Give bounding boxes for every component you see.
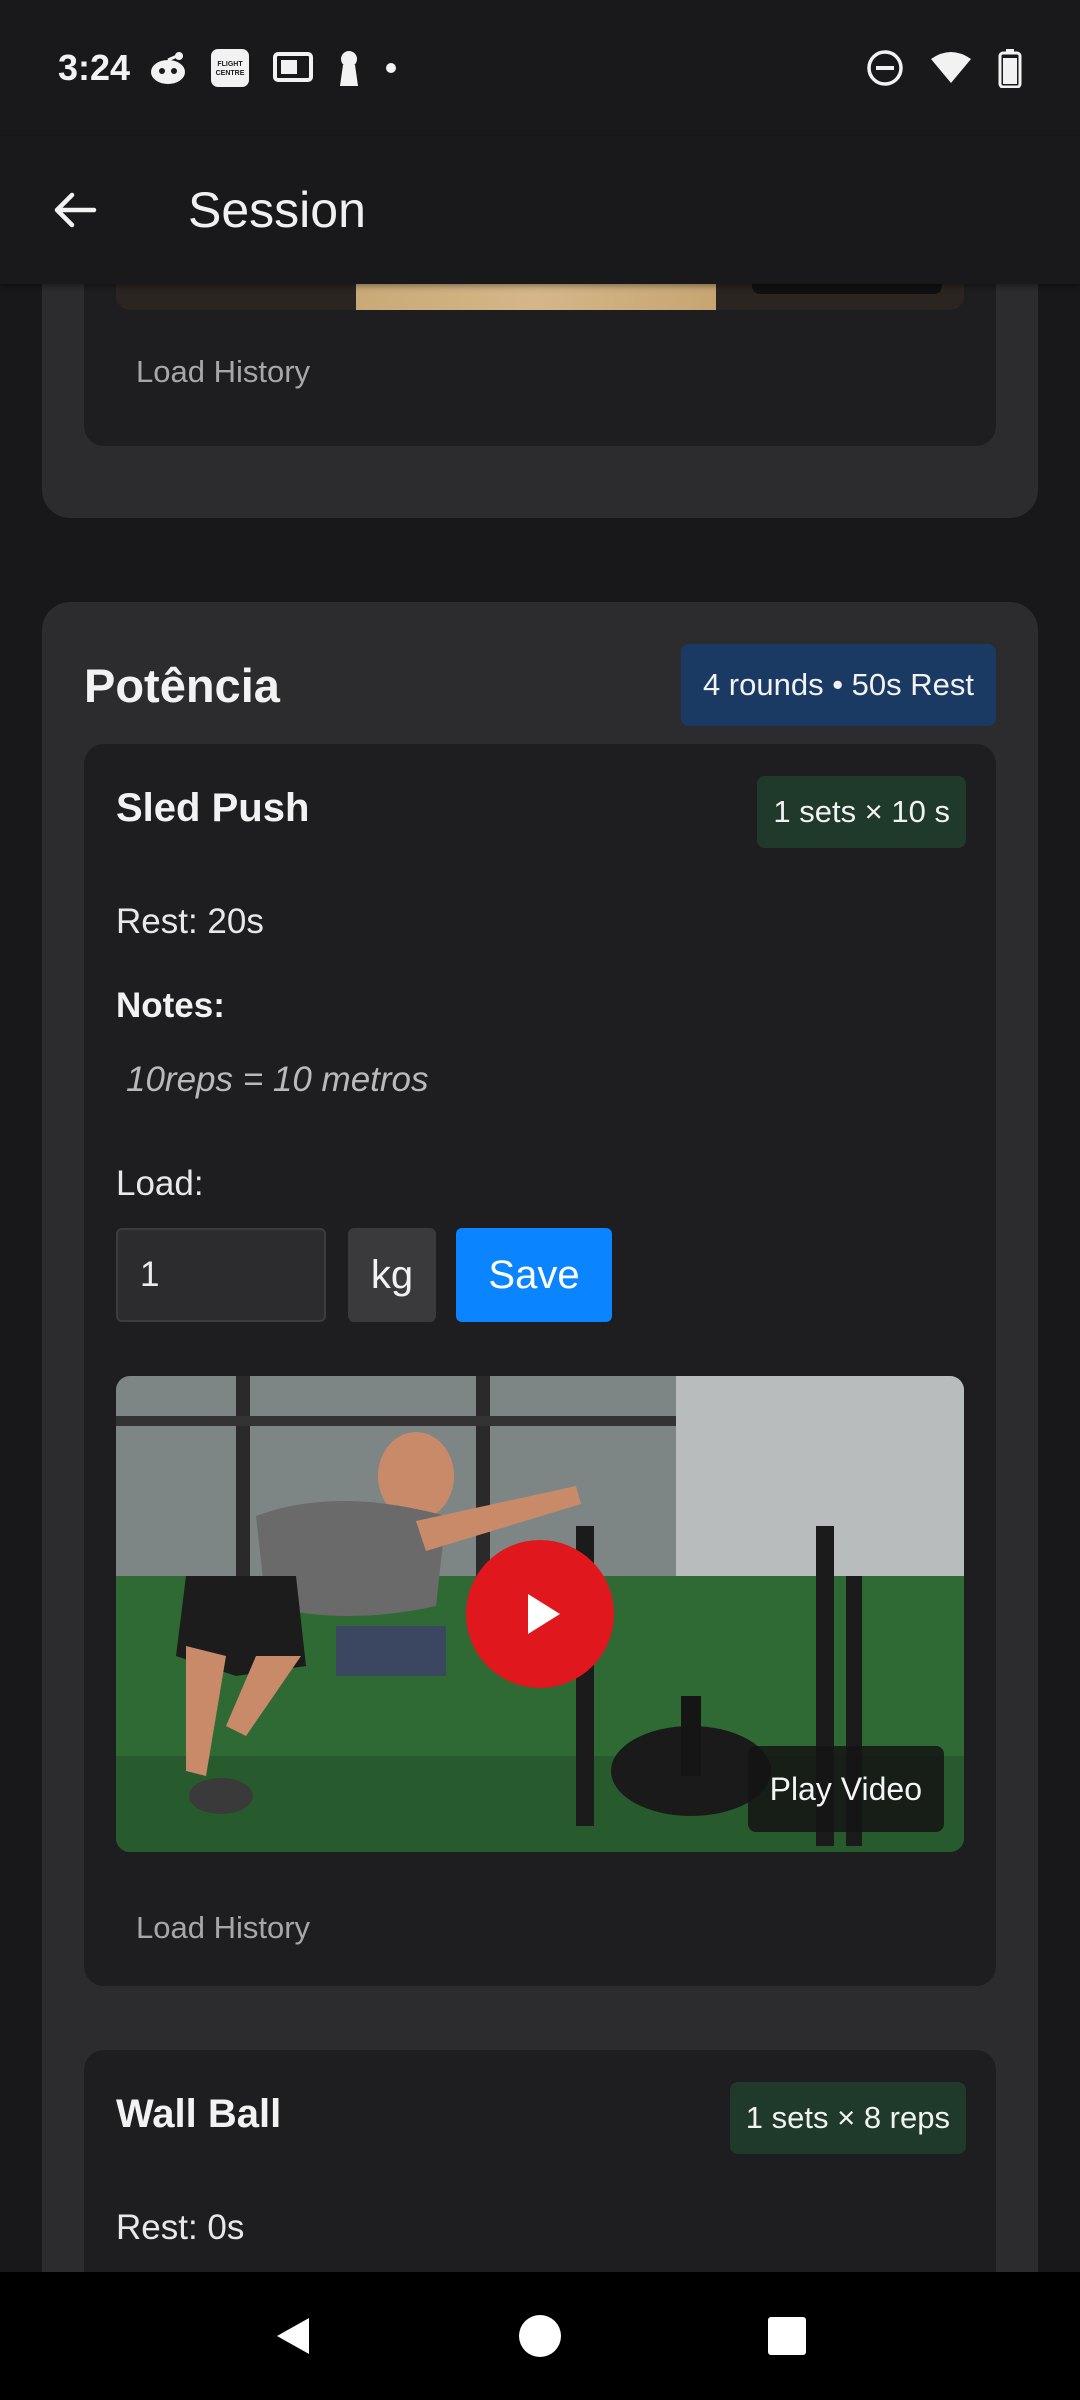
play-button[interactable] [466,1540,614,1688]
rest-text: Rest: 0s [116,2208,245,2247]
scene-rig-bar-1 [236,1376,250,1606]
battery-icon [998,48,1022,88]
arrow-left-icon [54,192,97,228]
wifi-icon [930,51,972,85]
back-button[interactable] [24,160,124,260]
recents-square-icon [767,2317,806,2355]
save-button[interactable]: Save [456,1228,612,1322]
rounds-badge: 4 rounds • 50s Rest [680,644,996,726]
app-bar: Session [0,136,1080,284]
previous-section: Load History [42,284,1038,518]
section-potencia: Potência 4 rounds • 50s Rest Sled Push 1… [42,602,1038,2272]
section-title: Potência [84,659,280,712]
page-title: Session [188,182,366,238]
svg-text:CENTRE: CENTRE [216,70,245,77]
scene-box [336,1626,446,1676]
reddit-icon [148,50,188,86]
scene-rig-top [116,1416,676,1426]
load-input[interactable] [116,1228,326,1322]
scene-plate-post [681,1696,701,1776]
exercise-title: Wall Ball [116,2092,282,2136]
notes-text: 10reps = 10 metros [126,1060,429,1099]
notes-label: Notes: [116,986,225,1025]
exercise-title: Sled Push [116,786,310,830]
notification-icons: FLIGHT CENTRE [148,48,398,88]
session-content[interactable]: Load History Potência 4 rounds • 50s Res… [0,284,1080,2272]
previous-exercise-card: Load History [84,284,996,446]
load-history-link[interactable]: Load History [136,354,310,390]
sets-badge: 1 sets × 10 s [757,776,966,848]
cast-icon [272,51,314,85]
video-thumbnail[interactable]: Play Video [116,1376,964,1852]
nav-home-button[interactable] [495,2291,585,2381]
previous-video-thumbnail[interactable] [116,284,964,310]
home-circle-icon [518,2315,561,2357]
play-icon [528,1594,560,1634]
thumbnail-overlay [752,284,942,294]
nav-back-button[interactable] [248,2291,338,2381]
load-label: Load: [116,1164,204,1203]
back-triangle-icon [277,2318,310,2354]
status-time: 3:24 [58,47,131,88]
do-not-disturb-icon [866,49,904,87]
nav-recents-button[interactable] [742,2291,832,2381]
dot-icon [384,61,398,75]
scene-person-shoe [189,1778,253,1814]
unit-label: kg [348,1228,436,1322]
exercise-card-wall-ball: Wall Ball 1 sets × 8 reps Rest: 0s [84,2050,996,2272]
svg-text:FLIGHT: FLIGHT [217,61,243,68]
keyhole-icon [336,49,362,87]
thumbnail-floor [356,284,716,310]
load-history-link[interactable]: Load History [136,1910,310,1946]
play-video-button[interactable]: Play Video [747,1746,944,1832]
system-icons [866,48,1022,88]
sets-badge: 1 sets × 8 reps [729,2082,966,2154]
status-bar: 3:24 FLIGHT CENTRE [0,0,1080,136]
rest-text: Rest: 20s [116,902,264,941]
flight-centre-icon: FLIGHT CENTRE [210,48,250,88]
exercise-card-sled-push: Sled Push 1 sets × 10 s Rest: 20s Notes:… [84,744,996,1986]
system-nav-bar [0,2272,1080,2400]
